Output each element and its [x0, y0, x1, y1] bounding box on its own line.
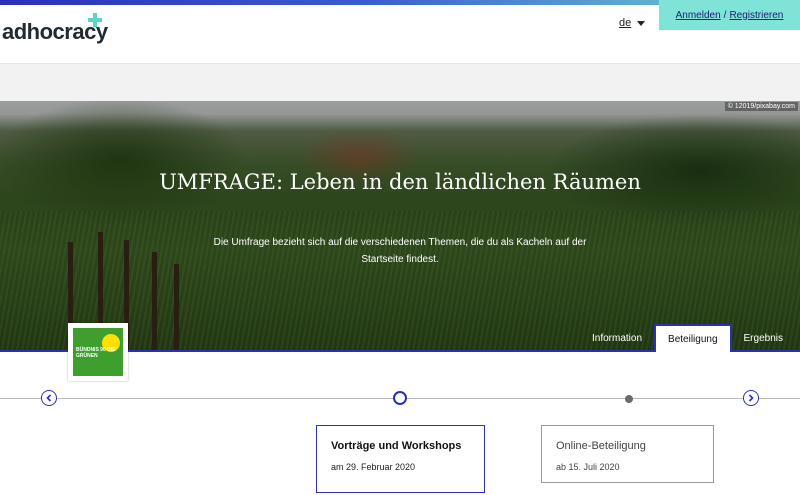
logo[interactable]: adhocracy: [2, 13, 108, 45]
phase-date: ab 15. Juli 2020: [556, 462, 620, 472]
phase-card[interactable]: Online-Beteiligung ab 15. Juli 2020: [541, 425, 714, 483]
image-credit: © 12019/pixabay.com: [724, 102, 798, 111]
tab-information[interactable]: Information: [580, 324, 654, 352]
organisation-logo-text: BÜNDNIS 90 DIE GRÜNEN: [76, 347, 116, 359]
timeline-prev-button[interactable]: [41, 390, 57, 406]
language-label: de: [619, 17, 632, 29]
tab-beteiligung[interactable]: Beteiligung: [654, 324, 732, 352]
hero-banner: © 12019/pixabay.com UMFRAGE: Leben in de…: [0, 101, 800, 352]
phase-card-active[interactable]: Vorträge und Workshops am 29. Februar 20…: [316, 425, 485, 493]
phase-title: Vorträge und Workshops: [331, 440, 462, 452]
chevron-left-icon: [46, 394, 52, 402]
hero-overlay: [0, 101, 800, 350]
phase-date: am 29. Februar 2020: [331, 462, 416, 472]
caret-down-icon: [637, 20, 646, 26]
grey-band: [0, 63, 800, 101]
register-link[interactable]: Registrieren: [729, 10, 783, 21]
page-title: UMFRAGE: Leben in den ländlichen Räumen: [159, 170, 641, 194]
language-selector[interactable]: de: [619, 17, 646, 29]
timeline-next-button[interactable]: [743, 390, 759, 406]
plus-icon: [88, 13, 102, 27]
phase-title: Online-Beteiligung: [556, 440, 646, 452]
tab-ergebnis[interactable]: Ergebnis: [732, 324, 795, 352]
chevron-right-icon: [748, 394, 754, 402]
auth-box: Anmelden / Registrieren: [659, 0, 800, 30]
timeline-phase-marker-active[interactable]: [393, 391, 407, 405]
organisation-logo[interactable]: BÜNDNIS 90 DIE GRÜNEN: [68, 323, 128, 381]
auth-separator: /: [723, 9, 727, 21]
project-tabs: Information Beteiligung Ergebnis: [580, 324, 795, 352]
page-description: Die Umfrage bezieht sich auf die verschi…: [213, 237, 587, 265]
timeline-phase-marker[interactable]: [625, 395, 633, 403]
login-link[interactable]: Anmelden: [676, 10, 721, 21]
sunflower-logo-icon: BÜNDNIS 90 DIE GRÜNEN: [73, 328, 123, 376]
